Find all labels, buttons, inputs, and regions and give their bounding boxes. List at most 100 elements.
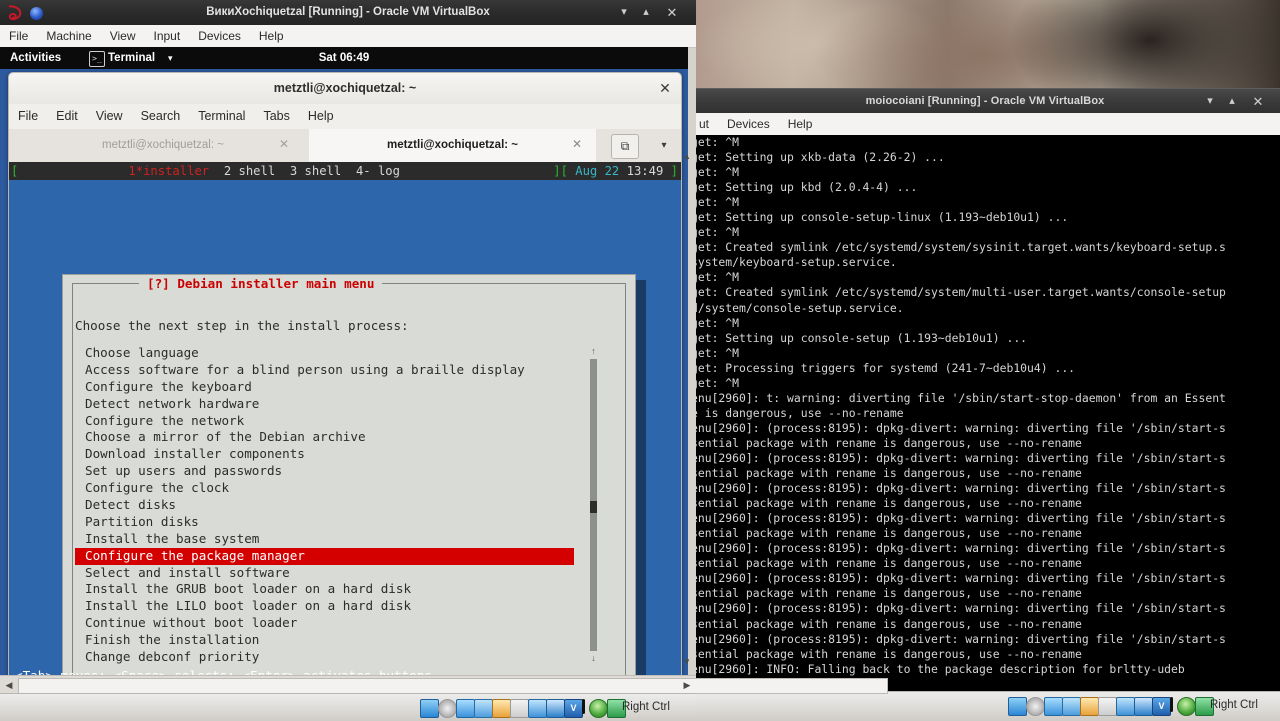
installer-menu-item[interactable]: Set up users and passwords — [75, 463, 575, 480]
tmux-window-4[interactable]: 4- log — [356, 164, 400, 178]
right-window-titlebar[interactable]: moiocoiani [Running] - Oracle VM Virtual… — [690, 88, 1280, 114]
terminal-menubar[interactable]: File Edit View Search Terminal Tabs Help — [9, 104, 681, 130]
menu-item-file[interactable]: File — [9, 104, 47, 129]
tab-close-icon[interactable]: ✕ — [570, 138, 584, 152]
menu-item-edit[interactable]: Edit — [47, 104, 87, 129]
tmux-right-bracket-open[interactable]: [ — [561, 164, 568, 178]
scroll-down-arrow-icon[interactable]: ↓ — [589, 653, 598, 664]
terminal-titlebar[interactable]: metztli@xochiquetzal: ~ ✕ — [9, 73, 681, 105]
hscrollbar-thumb[interactable] — [18, 678, 888, 694]
recording-icon[interactable] — [546, 699, 565, 718]
tmux-date[interactable]: Aug 22 — [575, 164, 619, 178]
installer-menu-item-selected[interactable]: Configure the package manager — [75, 547, 574, 565]
installer-menu-item[interactable]: Choose language — [75, 345, 575, 362]
restore-icon[interactable]: ▴ — [636, 0, 656, 25]
installer-menu-item[interactable]: Select and install software — [75, 565, 575, 582]
optical-disk-icon[interactable] — [1026, 697, 1045, 716]
tmux-window-1[interactable]: 1*installer — [128, 164, 209, 178]
vrde-icon[interactable]: V — [1152, 697, 1171, 716]
installer-menu-item[interactable]: Partition disks — [75, 514, 575, 531]
shared-folders-icon[interactable] — [1098, 697, 1117, 716]
usb-icon[interactable] — [492, 699, 511, 718]
close-icon[interactable]: ✕ — [1248, 89, 1268, 114]
chevron-down-icon[interactable]: ▾ — [654, 129, 674, 162]
gnome-terminal-window[interactable]: metztli@xochiquetzal: ~ ✕ File Edit View… — [8, 72, 682, 689]
installer-scrollbar[interactable]: ↑ ↓ — [589, 346, 598, 664]
tmux-sp3[interactable] — [663, 164, 670, 178]
shared-folders-icon[interactable] — [510, 699, 529, 718]
close-icon[interactable]: ✕ — [657, 81, 673, 97]
left-guest-screen[interactable]: Activities >_ Terminal ▾ Sat 06:49 metzt… — [0, 47, 688, 691]
floppy-disk-icon[interactable] — [456, 699, 475, 718]
installer-menu-item[interactable]: Install the GRUB boot loader on a hard d… — [75, 581, 575, 598]
right-scroll-up-arrow-icon[interactable]: ▲ — [681, 150, 693, 164]
installer-menu-item[interactable]: Install the LILO boot loader on a hard d… — [75, 598, 575, 615]
tmux-time[interactable]: 13:49 — [627, 164, 664, 178]
vrde-icon[interactable]: V — [564, 699, 583, 718]
right-scroll-down-arrow-icon[interactable]: ▼ — [681, 655, 693, 669]
minimize-icon[interactable]: ▾ — [614, 0, 634, 25]
close-icon[interactable]: ✕ — [662, 0, 682, 25]
gnome-clock[interactable]: Sat 06:49 — [0, 47, 688, 69]
scroll-left-arrow-icon[interactable]: ◀ — [2, 678, 16, 692]
terminal-tabbar[interactable]: metztli@xochiquetzal: ~ ✕ metztli@xochiq… — [9, 129, 681, 165]
mouse-capture-icon[interactable] — [1177, 697, 1196, 716]
installer-menu-item[interactable]: Install the base system — [75, 531, 575, 548]
virtualbox-window-right[interactable]: moiocoiani [Running] - Oracle VM Virtual… — [690, 88, 1280, 721]
recording-icon[interactable] — [1134, 697, 1153, 716]
mouse-capture-icon[interactable] — [589, 699, 608, 718]
floppy-disk-icon[interactable] — [1044, 697, 1063, 716]
restore-icon[interactable]: ▴ — [1222, 89, 1242, 114]
tmux-window-3[interactable]: 3 shell — [290, 164, 341, 178]
debian-installer-screen[interactable]: [?] Debian installer main menu Choose th… — [9, 180, 681, 687]
optical-disk-icon[interactable] — [438, 699, 457, 718]
scrollbar-thumb[interactable] — [590, 501, 597, 513]
menu-item-machine[interactable]: Machine — [37, 25, 100, 47]
virtualbox-window-left[interactable]: ВикиXochiquetzal [Running] - Oracle VM V… — [0, 0, 888, 721]
scroll-right-arrow-icon[interactable]: ▶ — [680, 678, 694, 692]
tmux-right-close[interactable]: ] — [671, 164, 678, 178]
usb-icon[interactable] — [1080, 697, 1099, 716]
installer-menu-item[interactable]: Detect network hardware — [75, 396, 575, 413]
installer-menu-item[interactable]: Continue without boot loader — [75, 615, 575, 632]
installer-menu-item[interactable]: Download installer components — [75, 446, 575, 463]
left-window-titlebar[interactable]: ВикиXochiquetzal [Running] - Oracle VM V… — [0, 0, 696, 25]
menu-item-terminal[interactable]: Terminal — [189, 104, 254, 129]
menu-item-search[interactable]: Search — [132, 104, 190, 129]
installer-menu-item[interactable]: Finish the installation — [75, 632, 575, 649]
tab-close-icon[interactable]: ✕ — [277, 138, 291, 152]
installer-menu-item[interactable]: Configure the keyboard — [75, 379, 575, 396]
terminal-tab-1[interactable]: metztli@xochiquetzal: ~ ✕ — [23, 129, 303, 162]
scroll-up-arrow-icon[interactable]: ↑ — [589, 346, 598, 357]
tmux-sp2[interactable] — [619, 164, 626, 178]
tmux-session-pad[interactable] — [18, 164, 128, 178]
menu-item-devices[interactable]: Devices — [189, 25, 250, 47]
network-icon[interactable] — [1062, 697, 1081, 716]
menu-item-help[interactable]: Help — [779, 113, 822, 135]
menu-item-file[interactable]: File — [0, 25, 37, 47]
installer-menu-list[interactable]: Choose language Access software for a bli… — [75, 345, 575, 666]
tmux-window-2[interactable]: 2 shell — [224, 164, 275, 178]
hard-disk-icon[interactable] — [1008, 697, 1027, 716]
installer-menu-item[interactable]: Access software for a blind person using… — [75, 362, 575, 379]
tmux-gap[interactable] — [209, 164, 224, 178]
menu-item-tabs[interactable]: Tabs — [254, 104, 298, 129]
new-tab-button[interactable]: ⧉ — [611, 134, 639, 159]
tmux-gap[interactable] — [275, 164, 290, 178]
installer-menu-item[interactable]: Configure the clock — [75, 480, 575, 497]
installer-menu-item[interactable]: Change debconf priority — [75, 649, 575, 666]
hard-disk-icon[interactable] — [420, 699, 439, 718]
gnome-top-bar[interactable]: Activities >_ Terminal ▾ Sat 06:49 — [0, 47, 688, 69]
tmux-gap[interactable] — [341, 164, 356, 178]
terminal-tab-2-active[interactable]: metztli@xochiquetzal: ~ ✕ — [309, 129, 596, 165]
installer-menu-item[interactable]: Configure the network — [75, 413, 575, 430]
left-window-hscrollbar[interactable]: ◀ ▶ — [0, 675, 888, 694]
right-window-menubar[interactable]: ut Devices Help — [690, 113, 1280, 136]
tmux-right-bracket-close[interactable]: ] — [553, 164, 560, 178]
menu-item-help[interactable]: Help — [299, 104, 343, 129]
display-icon[interactable] — [1116, 697, 1135, 716]
minimize-icon[interactable]: ▾ — [1200, 89, 1220, 114]
menu-item-input[interactable]: Input — [145, 25, 190, 47]
menu-item-devices[interactable]: Devices — [718, 113, 779, 135]
menu-item-view[interactable]: View — [87, 104, 132, 129]
